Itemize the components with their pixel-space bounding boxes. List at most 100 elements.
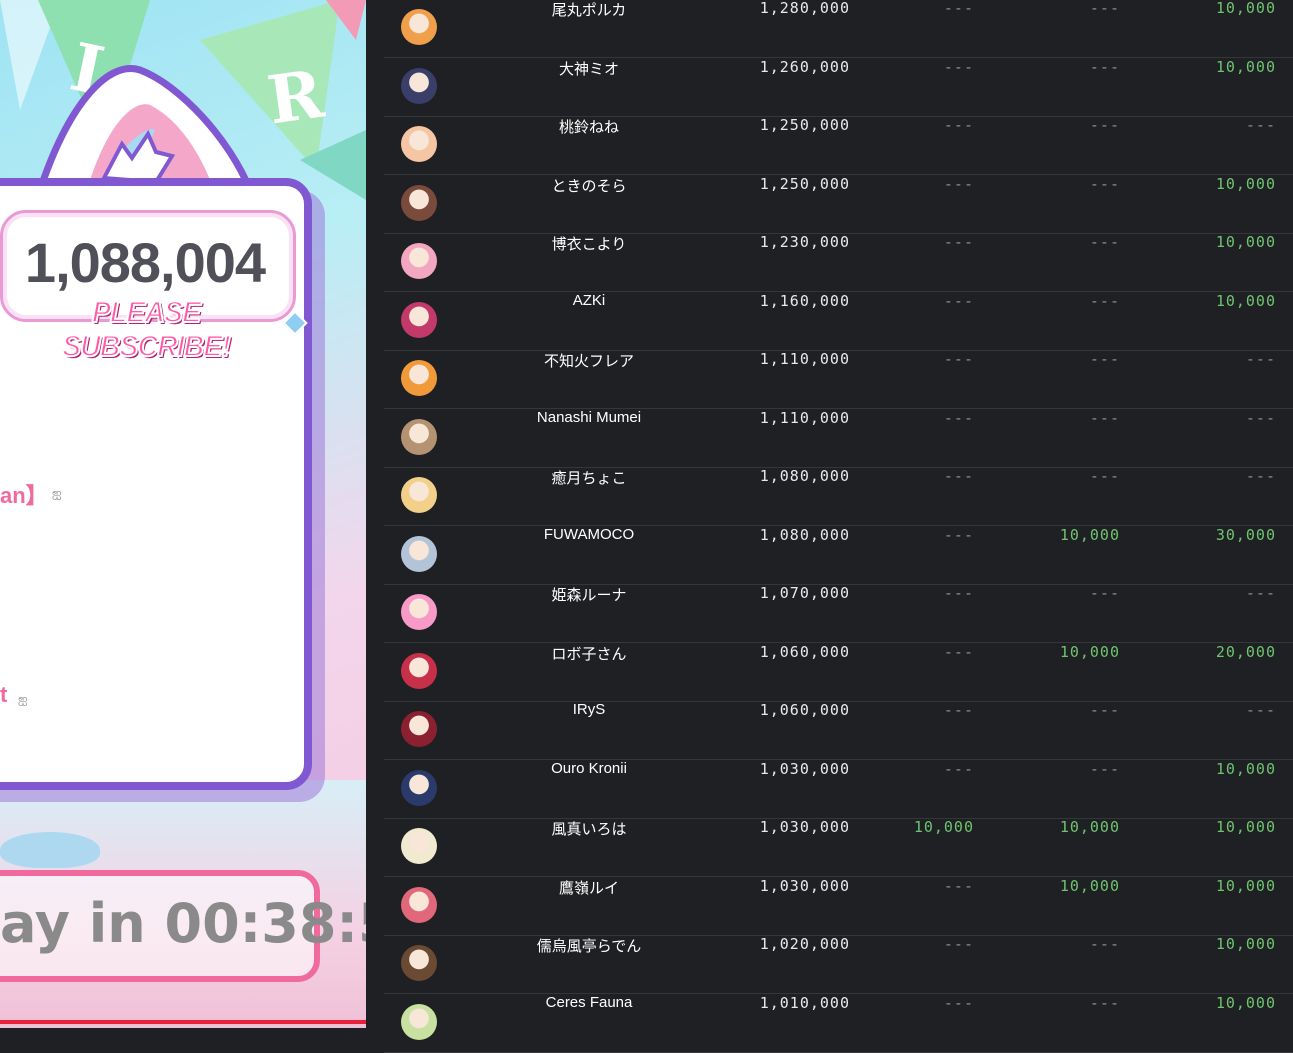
subscriber-gain-c: --- <box>1245 467 1276 485</box>
paw-icon: ஐ <box>52 486 62 500</box>
table-row[interactable]: ときのそら 1,250,000 --- --- 10,000 <box>384 175 1293 234</box>
subscriber-total: 1,080,000 <box>759 467 850 485</box>
subscriber-gain-a: --- <box>943 525 974 544</box>
subscriber-gain-c: 10,000 <box>1215 174 1276 193</box>
subscriber-gain-b: --- <box>1089 0 1120 17</box>
member-name[interactable]: 大神ミオ <box>489 58 689 110</box>
avatar[interactable] <box>401 243 437 279</box>
subscriber-gain-c: 10,000 <box>1215 57 1276 76</box>
subscriber-total: 1,280,000 <box>759 0 850 17</box>
subscriber-total: 1,060,000 <box>759 642 850 661</box>
avatar[interactable] <box>401 301 437 338</box>
member-name[interactable]: Nanashi Mumei <box>489 409 689 461</box>
table-row[interactable]: 桃鈴ねね 1,250,000 --- --- --- <box>384 116 1293 175</box>
member-name[interactable]: 儒烏風亭らでん <box>489 935 689 987</box>
subscriber-gain-c: --- <box>1245 408 1276 427</box>
subscriber-gain-b: --- <box>1089 116 1120 134</box>
paw-icon: ஐ <box>18 692 28 706</box>
member-name[interactable]: IRyS <box>489 701 689 753</box>
member-name[interactable]: Ceres Fauna <box>489 994 689 1046</box>
avatar[interactable] <box>401 126 437 162</box>
member-name[interactable]: Ouro Kronii <box>489 760 689 812</box>
subscriber-gain-c: 30,000 <box>1215 525 1276 544</box>
subscriber-total: 1,250,000 <box>759 174 850 193</box>
member-name[interactable]: AZKi <box>489 292 689 344</box>
bunting-letter: R <box>262 54 329 140</box>
avatar[interactable] <box>401 769 437 806</box>
avatar[interactable] <box>401 184 437 221</box>
avatar[interactable] <box>401 886 437 923</box>
member-name[interactable]: FUWAMOCO <box>489 526 689 578</box>
subscriber-gain-a: --- <box>943 935 974 953</box>
subscriber-gain-a: --- <box>943 116 974 134</box>
table-row[interactable]: ロボ子さん 1,060,000 --- 10,000 20,000 <box>384 643 1293 702</box>
subscriber-total: 1,020,000 <box>759 935 850 953</box>
table-row[interactable]: 風真いろは 1,030,000 10,000 10,000 10,000 <box>384 818 1293 877</box>
avatar[interactable] <box>401 711 437 747</box>
member-name[interactable]: 桃鈴ねね <box>489 116 689 168</box>
subscriber-total: 1,030,000 <box>759 759 850 778</box>
subscriber-gain-c: --- <box>1245 116 1276 134</box>
member-name[interactable]: 不知火フレア <box>489 350 689 402</box>
subscriber-gain-a: --- <box>943 291 974 310</box>
avatar[interactable] <box>401 828 437 864</box>
subscriber-gain-c: --- <box>1245 701 1276 719</box>
table-row[interactable]: Ouro Kronii 1,030,000 --- --- 10,000 <box>384 760 1293 819</box>
avatar[interactable] <box>401 535 437 572</box>
video-progress-bar[interactable] <box>0 1020 366 1024</box>
subscriber-gain-c: 10,000 <box>1215 759 1276 778</box>
table-row[interactable]: IRyS 1,060,000 --- --- --- <box>384 701 1293 760</box>
subscriber-gain-a: --- <box>943 408 974 427</box>
subscriber-gain-b: 10,000 <box>1059 818 1120 836</box>
avatar[interactable] <box>401 67 437 104</box>
avatar[interactable] <box>401 652 437 689</box>
table-row[interactable]: AZKi 1,160,000 --- --- 10,000 <box>384 292 1293 351</box>
subscriber-gain-b: 10,000 <box>1059 876 1120 895</box>
member-name[interactable]: 癒月ちょこ <box>489 467 689 519</box>
avatar[interactable] <box>401 1003 437 1040</box>
subscriber-gain-c: --- <box>1245 350 1276 368</box>
subscriber-gain-b: --- <box>1089 174 1120 193</box>
subscriber-gain-c: 10,000 <box>1215 291 1276 310</box>
member-name[interactable]: 尾丸ポルカ <box>489 0 689 51</box>
member-name[interactable]: 鷹嶺ルイ <box>489 877 689 929</box>
subscriber-gain-b: --- <box>1089 584 1120 602</box>
avatar[interactable] <box>401 477 437 513</box>
subscriber-gain-a: --- <box>943 57 974 76</box>
avatar[interactable] <box>401 9 437 45</box>
avatar[interactable] <box>401 945 437 981</box>
subscriber-gain-b: --- <box>1089 233 1120 251</box>
avatar[interactable] <box>401 360 437 396</box>
table-row[interactable]: 姫森ルーナ 1,070,000 --- --- --- <box>384 584 1293 643</box>
subscriber-gain-b: 10,000 <box>1059 525 1120 544</box>
table-row[interactable]: Ceres Fauna 1,010,000 --- --- 10,000 <box>384 994 1293 1053</box>
table-row[interactable]: 不知火フレア 1,110,000 --- --- --- <box>384 350 1293 409</box>
subscriber-gain-a: --- <box>943 350 974 368</box>
subscriber-gain-a: --- <box>943 993 974 1012</box>
subscriber-gain-c: 10,000 <box>1215 818 1276 836</box>
subscriber-gain-b: --- <box>1089 759 1120 778</box>
subscriber-total: 1,110,000 <box>759 350 850 368</box>
member-name[interactable]: 風真いろは <box>489 818 689 870</box>
subscriber-total: 1,070,000 <box>759 584 850 602</box>
member-name[interactable]: ときのそら <box>489 175 689 227</box>
table-row[interactable]: 大神ミオ 1,260,000 --- --- 10,000 <box>384 58 1293 117</box>
subscriber-gain-c: 20,000 <box>1215 642 1276 661</box>
avatar[interactable] <box>401 594 437 630</box>
table-row[interactable]: 博衣こより 1,230,000 --- --- 10,000 <box>384 233 1293 292</box>
member-name[interactable]: ロボ子さん <box>489 643 689 695</box>
table-row[interactable]: FUWAMOCO 1,080,000 --- 10,000 30,000 <box>384 526 1293 585</box>
subscriber-gain-c: 10,000 <box>1215 0 1276 17</box>
subscriber-total: 1,160,000 <box>759 291 850 310</box>
member-name[interactable]: 姫森ルーナ <box>489 584 689 636</box>
table-row[interactable]: 癒月ちょこ 1,080,000 --- --- --- <box>384 467 1293 526</box>
table-row[interactable]: 尾丸ポルカ 1,280,000 --- --- 10,000 <box>384 0 1293 58</box>
subscriber-gain-a: --- <box>943 759 974 778</box>
avatar[interactable] <box>401 418 437 455</box>
table-row[interactable]: 鷹嶺ルイ 1,030,000 --- 10,000 10,000 <box>384 877 1293 936</box>
table-row[interactable]: 儒烏風亭らでん 1,020,000 --- --- 10,000 <box>384 935 1293 994</box>
member-name[interactable]: 博衣こより <box>489 233 689 285</box>
subscriber-total: 1,060,000 <box>759 701 850 719</box>
subscriber-gain-c: 10,000 <box>1215 233 1276 251</box>
table-row[interactable]: Nanashi Mumei 1,110,000 --- --- --- <box>384 409 1293 468</box>
